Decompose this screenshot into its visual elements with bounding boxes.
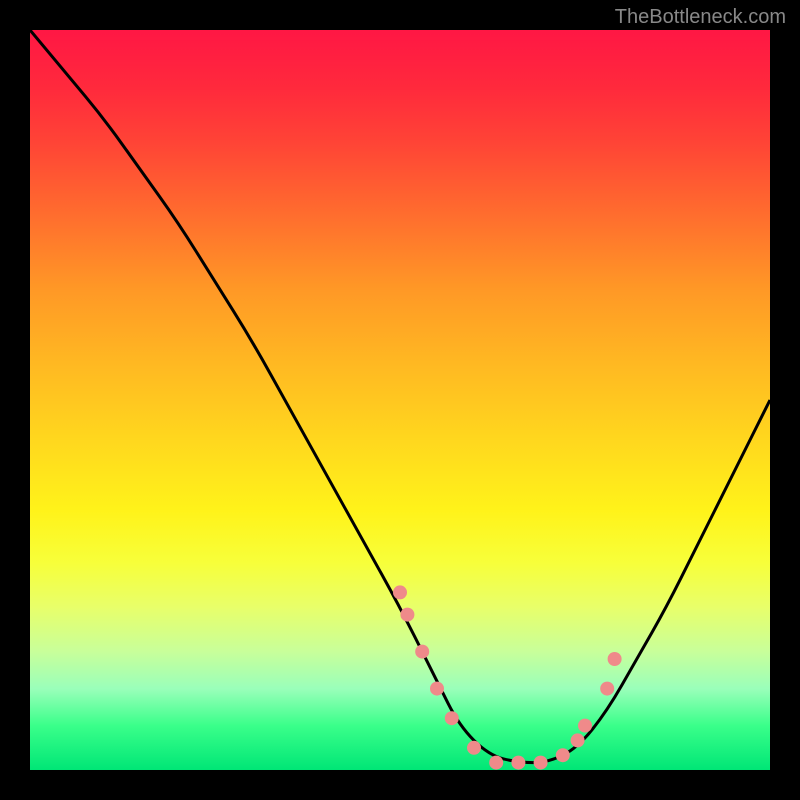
curve-svg xyxy=(30,30,770,770)
watermark-text: TheBottleneck.com xyxy=(615,6,786,29)
bottleneck-curve xyxy=(30,30,770,763)
dot-marker xyxy=(467,741,481,755)
dot-marker xyxy=(600,682,614,696)
dot-marker xyxy=(489,756,503,770)
curve-line xyxy=(30,30,770,763)
dot-marker xyxy=(534,756,548,770)
dot-marker xyxy=(511,756,525,770)
dot-marker xyxy=(556,748,570,762)
dot-marker xyxy=(578,719,592,733)
dot-marker xyxy=(393,585,407,599)
dot-marker xyxy=(445,711,459,725)
dot-markers-group xyxy=(393,585,622,769)
dot-marker xyxy=(415,645,429,659)
dot-marker xyxy=(571,733,585,747)
dot-marker xyxy=(400,608,414,622)
dot-marker xyxy=(608,652,622,666)
dot-marker xyxy=(430,682,444,696)
chart-plot-area xyxy=(30,30,770,770)
